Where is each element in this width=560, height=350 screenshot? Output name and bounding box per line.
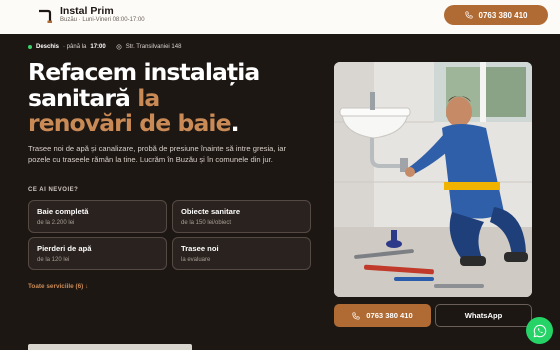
header-phone-number: 0763 380 410 [478, 10, 528, 20]
brand-name[interactable]: Instal Prim [60, 5, 114, 17]
title-line-2a: sanitară [28, 83, 131, 112]
title-line-3: renovări de baie [28, 109, 232, 137]
open-label: Deschis [36, 44, 60, 50]
open-status: Deschis · până la 17:00 Str. Transilvani… [28, 44, 181, 50]
needs-label: CE AI NEVOIE? [28, 187, 79, 193]
all-services-link[interactable]: Toate serviciile (6) ↓ [28, 283, 88, 290]
closing-time: 17:00 [90, 44, 106, 50]
whatsapp-button[interactable]: WhatsApp [435, 304, 532, 327]
site-header: Instal Prim Buzău · Luni-Vineri 08:00-17… [0, 0, 560, 34]
service-title: Baie completă [37, 207, 89, 216]
title-dot: . [230, 109, 240, 137]
service-title: Trasee noi [181, 244, 219, 253]
whatsapp-icon [533, 324, 546, 337]
service-card-baie-completa[interactable]: Baie completă de la 2.200 lei [28, 200, 167, 233]
service-price: la evaluare [181, 257, 211, 263]
service-card-pierderi-de-apa[interactable]: Pierderi de apă de la 120 lei [28, 237, 167, 270]
service-card-obiecte-sanitare[interactable]: Obiecte sanitare de la 150 lei/obiect [172, 200, 311, 233]
next-section-preview [28, 344, 192, 350]
open-dot-icon [28, 45, 32, 49]
service-price: de la 2.200 lei [37, 220, 75, 226]
location-pin-icon [116, 44, 122, 50]
pipe-logo-icon[interactable] [38, 9, 52, 23]
plumber-illustration [334, 62, 532, 297]
title-line-1: Refacem instalația [28, 58, 260, 86]
service-title: Obiecte sanitare [181, 207, 241, 216]
service-price: de la 150 lei/obiect [181, 220, 232, 226]
service-card-trasee-noi[interactable]: Trasee noi la evaluare [172, 237, 311, 270]
open-until: · până la [63, 44, 87, 50]
phone-icon [352, 311, 360, 320]
call-button-label: 0763 380 410 [366, 311, 413, 320]
address[interactable]: Str. Transilvaniei 148 [126, 44, 182, 50]
service-price: de la 120 lei [37, 257, 70, 263]
call-button[interactable]: 0763 380 410 [334, 304, 431, 327]
hero-description: Trasee noi de apă și canalizare, probă d… [28, 144, 287, 165]
service-title: Pierderi de apă [37, 244, 92, 253]
title-line-2b: la [137, 83, 160, 112]
brand-schedule: Buzău · Luni-Vineri 08:00-17:00 [60, 17, 145, 23]
hero-title: Refacem instalația sanitară la renovări … [28, 58, 318, 137]
header-call-button[interactable]: 0763 380 410 [444, 5, 548, 25]
phone-icon [464, 11, 473, 19]
whatsapp-float-button[interactable] [526, 317, 553, 344]
hero-photo-plumber [334, 62, 532, 297]
